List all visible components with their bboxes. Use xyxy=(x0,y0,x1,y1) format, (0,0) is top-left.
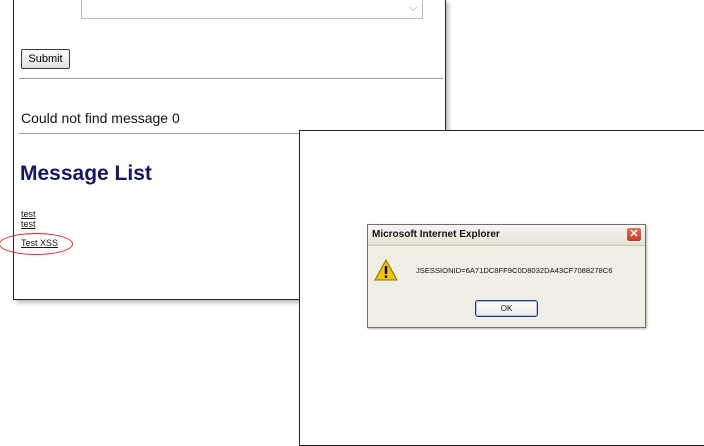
divider xyxy=(19,78,443,79)
message-link[interactable]: test xyxy=(21,209,36,219)
alert-message: JSESSIONID=6A71DC8FF9C0D8032DA43CF708827… xyxy=(416,266,613,275)
page-title: Message List xyxy=(20,162,152,185)
alert-dialog: Microsoft Internet Explorer ✕ JSESSIONID… xyxy=(367,224,646,328)
warning-icon xyxy=(374,259,398,281)
chevron-down-icon[interactable]: ⌵ xyxy=(406,1,420,15)
divider xyxy=(19,133,319,134)
dialog-title: Microsoft Internet Explorer xyxy=(372,229,500,240)
status-message: Could not find message 0 xyxy=(21,110,180,126)
message-textarea[interactable]: ⌵ xyxy=(81,0,423,19)
dialog-titlebar: Microsoft Internet Explorer ✕ xyxy=(368,225,645,246)
ok-button[interactable]: OK xyxy=(475,300,538,317)
highlight-circle xyxy=(0,233,73,255)
message-link[interactable]: test xyxy=(21,219,36,229)
close-icon[interactable]: ✕ xyxy=(626,227,642,242)
submit-button[interactable]: Submit xyxy=(21,49,70,69)
